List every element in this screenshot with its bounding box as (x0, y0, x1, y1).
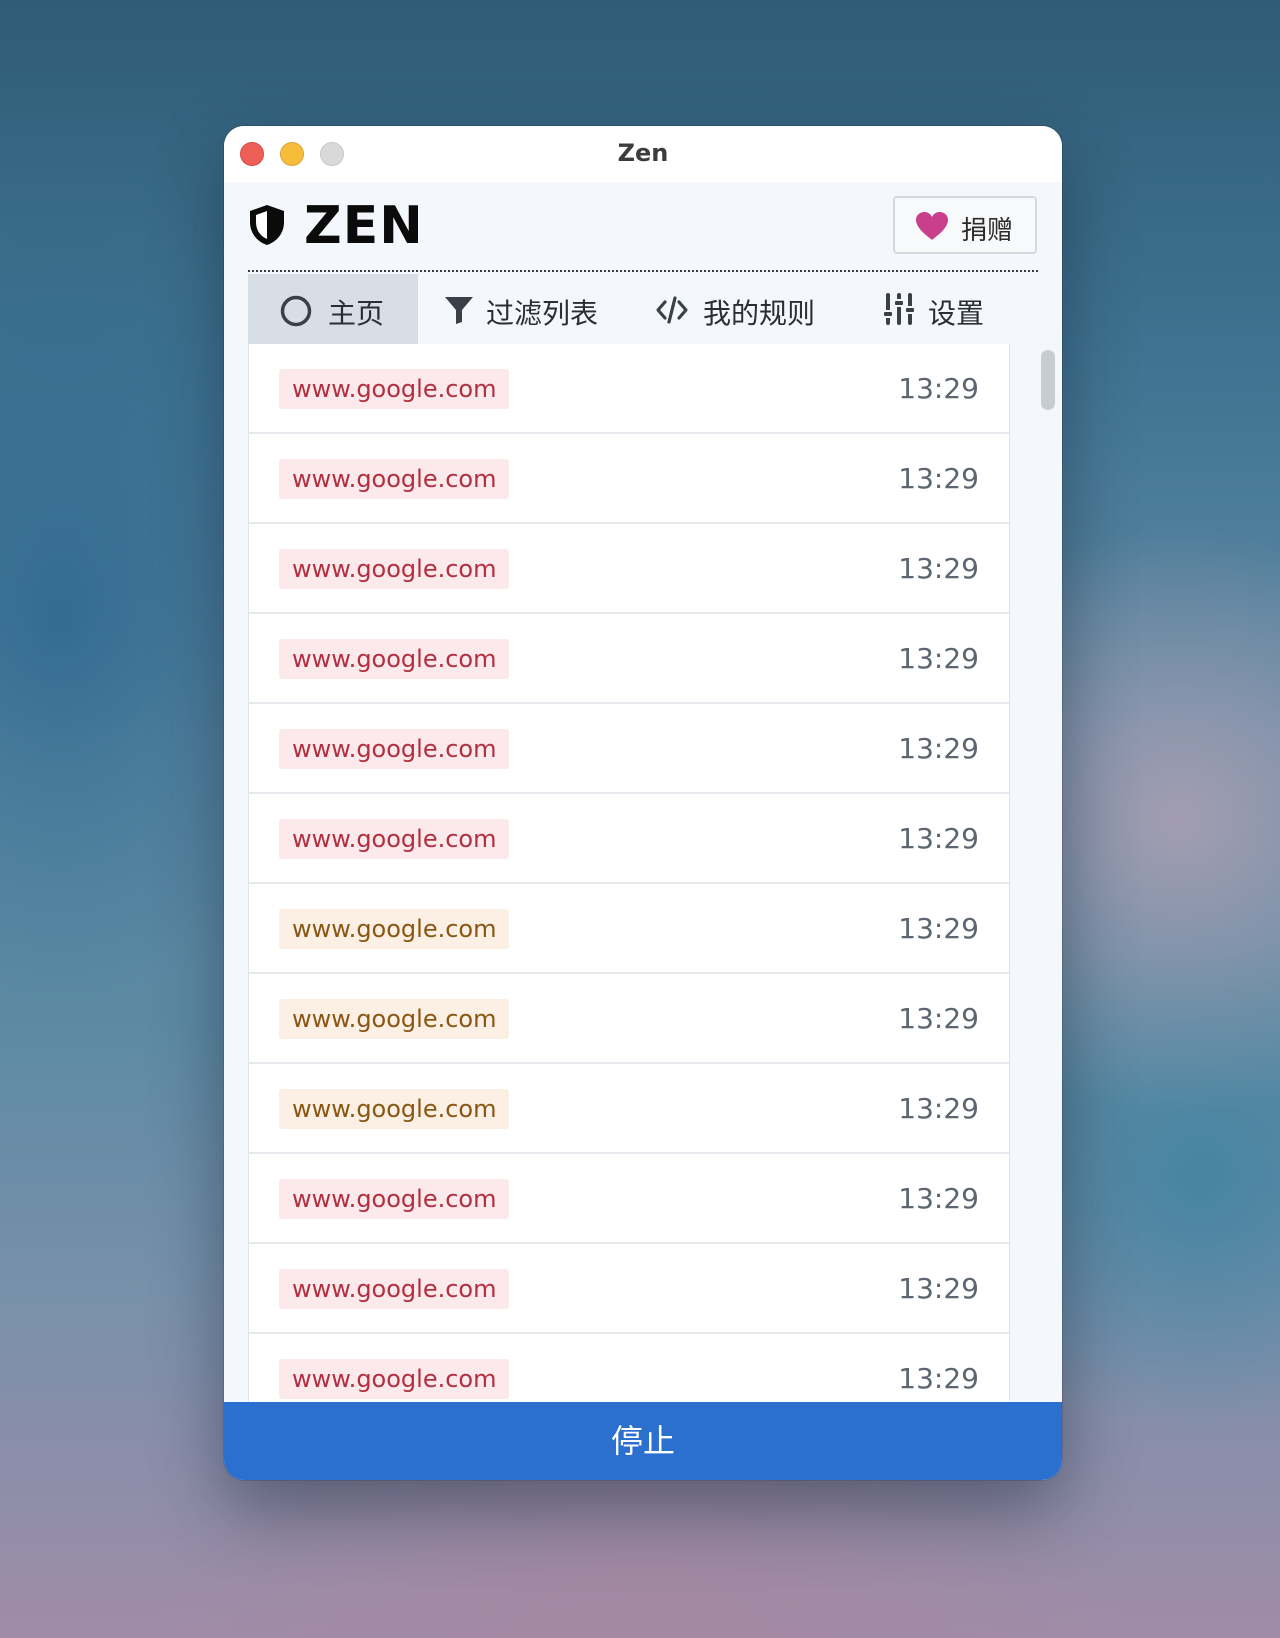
request-time: 13:29 (898, 1272, 979, 1305)
request-host-badge: www.google.com (279, 549, 510, 589)
app-window: Zen ZEN 捐赠 主页 过滤列表 我的规则 设置 www.google.co… (224, 126, 1062, 1480)
circle-icon (280, 295, 312, 327)
scrollbar-track[interactable] (1032, 344, 1062, 1480)
request-host-badge: www.google.com (279, 1269, 510, 1309)
request-row[interactable]: www.google.com 13:29 (249, 1064, 1009, 1154)
request-row[interactable]: www.google.com 13:29 (249, 524, 1009, 614)
filter-icon (445, 297, 473, 324)
request-host-badge: www.google.com (279, 909, 510, 949)
request-time: 13:29 (898, 1002, 979, 1035)
request-row[interactable]: www.google.com 13:29 (249, 614, 1009, 704)
request-list: www.google.com 13:29 www.google.com 13:29 ww… (248, 344, 1010, 1480)
request-host-badge: www.google.com (279, 729, 510, 769)
request-host-badge: www.google.com (279, 1089, 510, 1129)
tab-my-rules-label: 我的规则 (703, 297, 816, 330)
request-time: 13:29 (898, 1182, 979, 1215)
request-host-badge: www.google.com (279, 459, 510, 499)
request-row[interactable]: www.google.com 13:29 (249, 794, 1009, 884)
request-time: 13:29 (898, 642, 979, 675)
request-time: 13:29 (898, 732, 979, 765)
request-host-badge: www.google.com (279, 369, 510, 409)
app-logo-text: ZEN (304, 196, 424, 256)
request-row[interactable]: www.google.com 13:29 (249, 974, 1009, 1064)
sliders-icon (882, 293, 916, 325)
request-row[interactable]: www.google.com 13:29 (249, 884, 1009, 974)
scrollbar-thumb[interactable] (1041, 350, 1055, 410)
tab-my-rules[interactable]: 我的规则 (653, 274, 853, 344)
shield-icon (250, 205, 284, 245)
request-time: 13:29 (898, 462, 979, 495)
app-header: ZEN 捐赠 (224, 182, 1062, 272)
request-row[interactable]: www.google.com 13:29 (249, 344, 1009, 434)
request-host-badge: www.google.com (279, 639, 510, 679)
request-host-badge: www.google.com (279, 1359, 510, 1399)
request-host-badge: www.google.com (279, 819, 510, 859)
code-icon (656, 296, 688, 324)
request-row[interactable]: www.google.com 13:29 (249, 1154, 1009, 1244)
request-host-badge: www.google.com (279, 999, 510, 1039)
title-bar: Zen (224, 126, 1062, 182)
request-host-badge: www.google.com (279, 1179, 510, 1219)
request-time: 13:29 (898, 1092, 979, 1125)
tab-filter-lists-label: 过滤列表 (486, 297, 599, 330)
request-time: 13:29 (898, 1362, 979, 1395)
donate-button[interactable]: 捐赠 (893, 196, 1037, 254)
tab-bar: 主页 过滤列表 我的规则 设置 (248, 274, 1038, 344)
tab-settings-label: 设置 (928, 297, 985, 330)
window-title: Zen (617, 139, 669, 167)
tab-settings[interactable]: 设置 (878, 274, 1038, 344)
donate-label: 捐赠 (961, 216, 1014, 246)
request-row[interactable]: www.google.com 13:29 (249, 704, 1009, 794)
tab-home-label: 主页 (328, 297, 385, 330)
tab-filter-lists[interactable]: 过滤列表 (428, 274, 628, 344)
header-divider (248, 270, 1038, 272)
request-time: 13:29 (898, 912, 979, 945)
request-time: 13:29 (898, 552, 979, 585)
request-row[interactable]: www.google.com 13:29 (249, 434, 1009, 524)
heart-icon (916, 212, 948, 240)
stop-button[interactable]: 停止 (224, 1402, 1062, 1480)
request-row[interactable]: www.google.com 13:29 (249, 1244, 1009, 1334)
request-time: 13:29 (898, 822, 979, 855)
request-time: 13:29 (898, 372, 979, 405)
tab-home[interactable]: 主页 (248, 274, 418, 344)
